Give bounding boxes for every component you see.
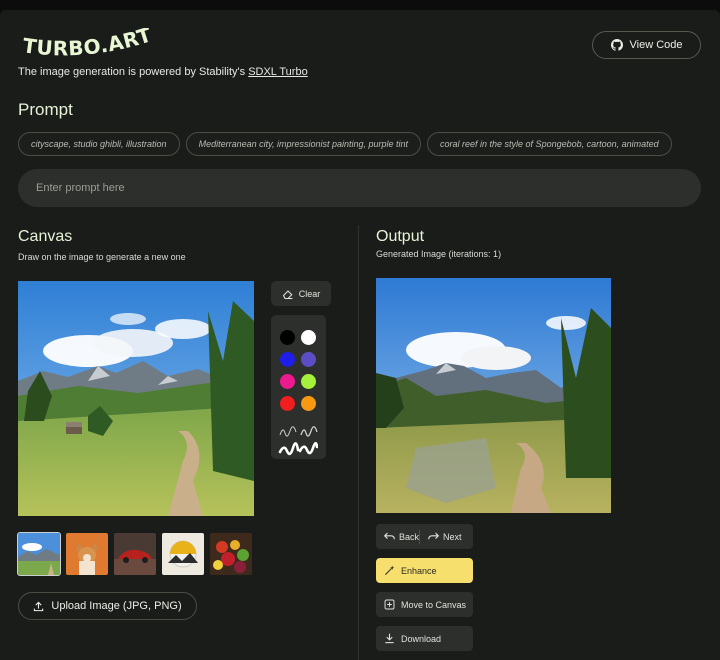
color-swatch-orange[interactable]	[301, 396, 316, 411]
example-chip-cityscape[interactable]: cityscape, studio ghibli, illustration	[18, 132, 180, 156]
thumbnail-fruit-bowl[interactable]	[210, 533, 252, 575]
clear-button[interactable]: Clear	[271, 281, 331, 306]
thin-brush-icon[interactable]	[279, 425, 297, 439]
move-to-canvas-button[interactable]: Move to Canvas	[376, 592, 473, 617]
app-window: TURBO.ART The image generation is powere…	[0, 10, 720, 660]
color-swatch-lime[interactable]	[301, 374, 316, 389]
back-label: Back	[399, 531, 420, 542]
thumbnail-mountain-landscape[interactable]	[17, 532, 61, 576]
magic-wand-icon	[384, 565, 395, 576]
color-swatch-white[interactable]	[301, 330, 316, 345]
brush-palette	[271, 315, 326, 459]
canvas-description: Draw on the image to generate a new one	[18, 252, 186, 262]
enhance-button[interactable]: Enhance	[376, 558, 473, 583]
undo-arrow-icon	[384, 532, 395, 541]
turbo-art-logo: TURBO.ART	[21, 28, 150, 60]
move-to-canvas-label: Move to Canvas	[401, 599, 467, 610]
thumbnail-red-car[interactable]	[114, 533, 156, 575]
output-heading: Output	[376, 228, 425, 245]
github-icon	[610, 39, 623, 51]
prompt-heading: Prompt	[18, 100, 73, 119]
powered-by-text: The image generation is powered by Stabi…	[18, 66, 308, 78]
enhance-label: Enhance	[401, 565, 437, 576]
upload-icon	[33, 601, 44, 612]
example-chip-coral-reef[interactable]: coral reef in the style of Spongebob, ca…	[427, 132, 672, 156]
section-divider	[358, 225, 359, 660]
drawing-canvas[interactable]	[18, 281, 254, 516]
view-code-label: View Code	[629, 39, 683, 51]
color-swatch-pink[interactable]	[280, 374, 295, 389]
next-button[interactable]: Next	[420, 524, 462, 549]
example-thumbnails	[17, 532, 252, 576]
thumbnail-corgi-dog[interactable]	[66, 533, 108, 575]
color-swatch-black[interactable]	[280, 330, 295, 345]
iteration-navigation: Back Next	[376, 524, 473, 549]
download-button[interactable]: Download	[376, 626, 473, 651]
upload-image-button[interactable]: Upload Image (JPG, PNG)	[18, 592, 197, 620]
prompt-examples: cityscape, studio ghibli, illustration M…	[18, 132, 672, 156]
output-description: Generated Image (iterations: 1)	[376, 249, 502, 259]
redo-arrow-icon	[428, 532, 440, 541]
next-label: Next	[443, 531, 462, 542]
svg-text:TURBO.ART: TURBO.ART	[21, 28, 150, 60]
color-swatch-red[interactable]	[280, 396, 295, 411]
upload-label: Upload Image (JPG, PNG)	[51, 600, 182, 612]
add-square-icon	[384, 599, 395, 610]
color-swatch-purple[interactable]	[301, 352, 316, 367]
subtitle-prefix: The image generation is powered by Stabi…	[18, 66, 246, 78]
generated-image	[376, 278, 611, 513]
sdxl-turbo-link[interactable]: SDXL Turbo	[248, 66, 308, 78]
color-swatch-blue[interactable]	[280, 352, 295, 367]
back-button[interactable]: Back	[376, 524, 419, 549]
thick-brush-icon[interactable]	[278, 442, 318, 456]
download-label: Download	[401, 633, 442, 644]
view-code-button[interactable]: View Code	[592, 31, 701, 59]
eraser-icon	[282, 288, 294, 300]
medium-brush-icon[interactable]	[300, 425, 318, 439]
clear-label: Clear	[298, 288, 321, 299]
canvas-heading: Canvas	[18, 228, 73, 245]
prompt-input[interactable]	[18, 169, 701, 207]
download-icon	[384, 633, 395, 644]
thumbnail-mountain-sun-art[interactable]	[162, 533, 204, 575]
example-chip-mediterranean[interactable]: Mediterranean city, impressionist painti…	[185, 132, 422, 156]
